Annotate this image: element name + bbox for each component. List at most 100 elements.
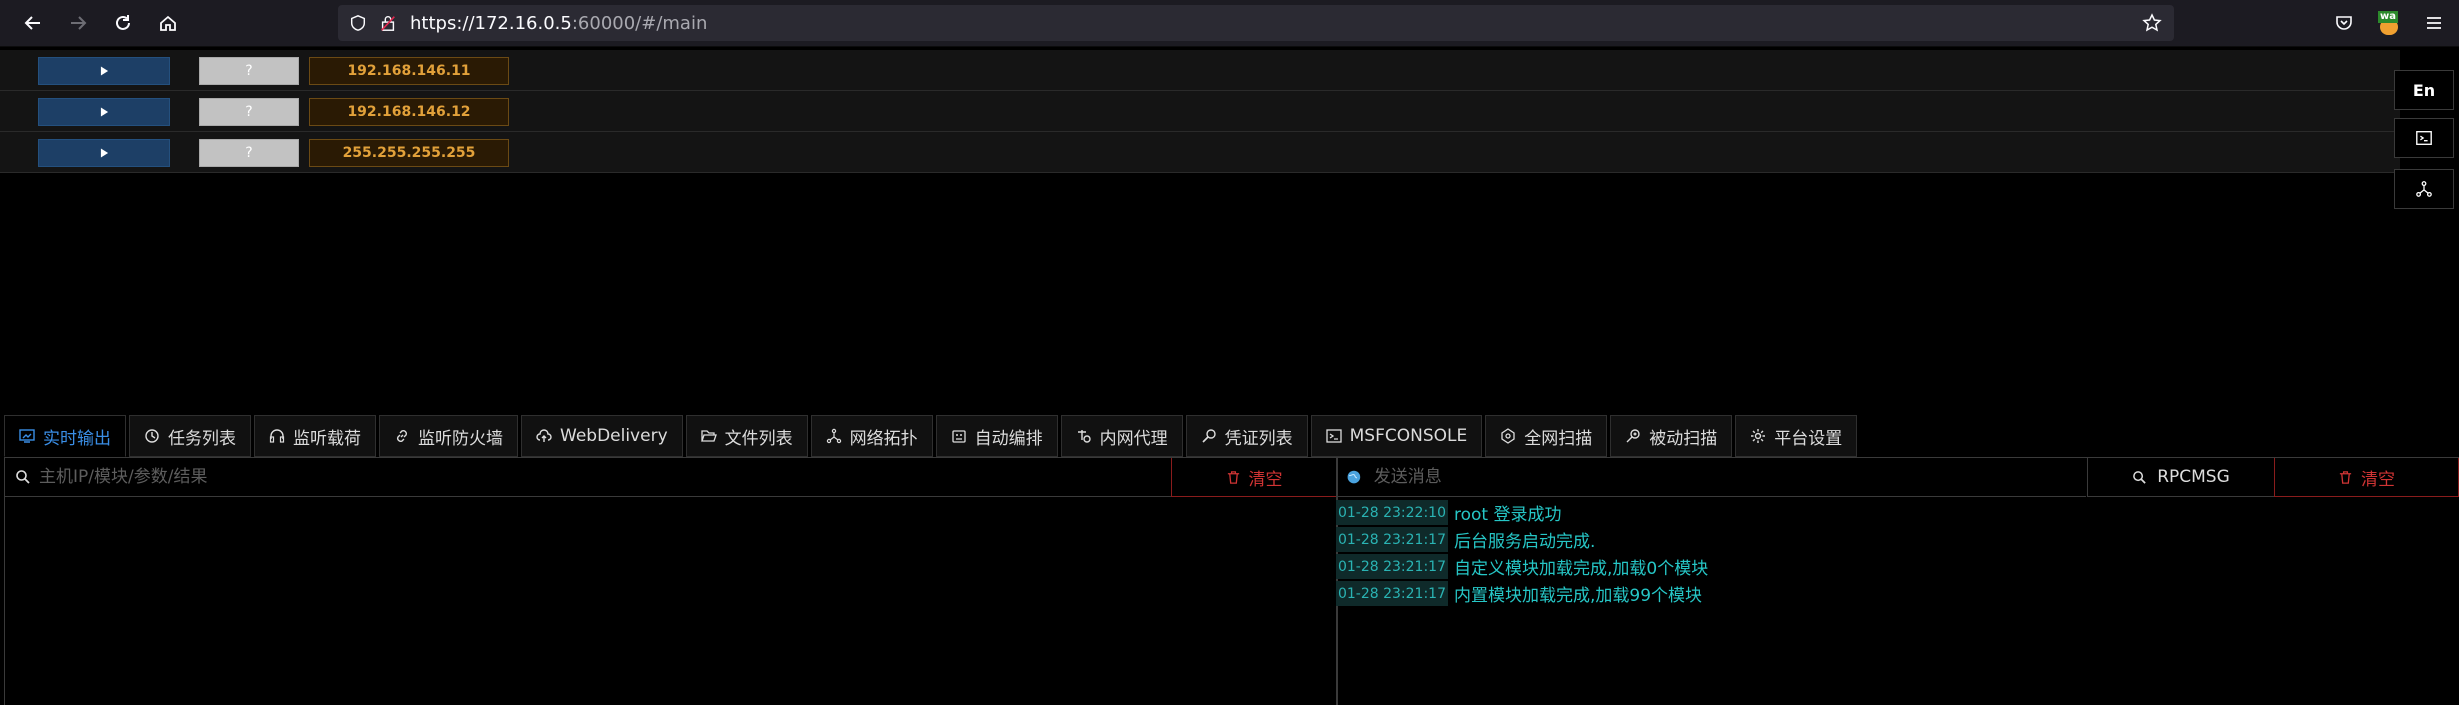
host-status-button[interactable]: ? — [199, 57, 299, 85]
tab-file-list[interactable]: 文件列表 — [685, 415, 808, 457]
console-button[interactable] — [2394, 118, 2454, 158]
host-ip[interactable]: 192.168.146.12 — [309, 98, 509, 126]
reload-button[interactable] — [106, 6, 140, 40]
tab-listener-payload[interactable]: 监听载荷 — [254, 415, 376, 457]
log-entry: 01-28 23:22:10 root 登录成功 — [1336, 499, 1708, 526]
session-play-button[interactable] — [38, 139, 170, 167]
log-message: root 登录成功 — [1454, 505, 1562, 525]
network-button[interactable] — [2394, 169, 2454, 209]
tab-label: 全网扫描 — [1524, 428, 1593, 449]
tab-label: WebDelivery — [560, 426, 668, 446]
tab-label: MSFCONSOLE — [1349, 426, 1468, 446]
tab-passive-scan[interactable]: 被动扫描 — [1610, 415, 1733, 457]
url-path: :60000/#/main — [571, 12, 708, 34]
clear-output-button[interactable]: 清空 — [1171, 458, 1337, 497]
terminal-icon — [1325, 429, 1342, 443]
insecure-lock-icon[interactable] — [378, 13, 398, 33]
home-button[interactable] — [151, 6, 185, 40]
play-icon — [100, 107, 108, 117]
back-button[interactable] — [16, 6, 50, 40]
log-timestamp: 01-28 23:21:17 — [1336, 554, 1448, 579]
host-status-button[interactable]: ? — [199, 139, 299, 167]
message-input[interactable] — [1371, 466, 2086, 488]
proxy-icon — [1077, 430, 1091, 443]
host-status-button[interactable]: ? — [199, 98, 299, 126]
tab-auto-orchestration[interactable]: 自动编排 — [935, 415, 1058, 457]
arrow-right-icon — [71, 16, 87, 30]
address-bar[interactable]: https://172.16.0.5:60000/#/main — [338, 5, 2174, 41]
gear-icon — [1751, 429, 1766, 443]
clear-output-label: 清空 — [1248, 469, 1283, 490]
headset-icon — [269, 429, 285, 443]
pocket-button[interactable] — [2327, 6, 2361, 40]
rpcmsg-label: RPCMSG — [2157, 467, 2230, 487]
message-input-bar — [1336, 458, 2086, 497]
session-play-button[interactable] — [38, 57, 170, 85]
tab-listener-firewall[interactable]: 监听防火墙 — [379, 415, 518, 457]
tab-platform-settings[interactable]: 平台设置 — [1735, 415, 1858, 457]
message-log-list: 01-28 23:22:10 root 登录成功 01-28 23:21:17 … — [1336, 499, 1708, 607]
tab-intranet-proxy[interactable]: 内网代理 — [1060, 415, 1183, 457]
session-play-button[interactable] — [38, 98, 170, 126]
output-search-input[interactable] — [37, 466, 941, 488]
host-row: ? 255.255.255.255 — [0, 132, 2400, 173]
bookmark-star-icon[interactable] — [2142, 13, 2162, 33]
monitor-icon — [19, 429, 35, 443]
clear-messages-label: 清空 — [2361, 469, 2395, 490]
tab-label: 凭证列表 — [1224, 428, 1293, 449]
key-search-icon — [1202, 429, 1216, 443]
robot-icon — [951, 430, 966, 443]
zoom-icon — [1626, 429, 1640, 443]
tab-label: 监听载荷 — [293, 428, 361, 449]
log-message: 后台服务启动完成. — [1454, 532, 1596, 552]
log-timestamp: 01-28 23:21:17 — [1336, 581, 1448, 606]
host-ip[interactable]: 192.168.146.11 — [309, 57, 509, 85]
log-message: 自定义模块加载完成,加载0个模块 — [1454, 559, 1709, 579]
realtime-output-panel: 清空 — [4, 457, 1338, 705]
tab-label: 文件列表 — [724, 428, 793, 449]
host-row: ? 192.168.146.11 — [0, 50, 2400, 91]
network-node-icon — [2416, 181, 2432, 197]
search-icon — [2133, 470, 2146, 484]
forward-button[interactable] — [61, 6, 95, 40]
tab-msfconsole[interactable]: MSFCONSOLE — [1310, 415, 1483, 457]
cloud-upload-icon — [536, 429, 552, 442]
tab-network-topology[interactable]: 网络拓扑 — [810, 415, 933, 457]
clock-icon — [145, 429, 159, 443]
tab-credential-list[interactable]: 凭证列表 — [1185, 415, 1308, 457]
log-entry: 01-28 23:21:17 后台服务启动完成. — [1336, 526, 1708, 553]
extension-button[interactable]: wa — [2372, 6, 2406, 40]
message-panel: RPCMSG 清空 01-28 23:22:10 root 登录成功 01-28… — [1336, 457, 2459, 705]
main-tab-bar: 实时输出 任务列表 监听载荷 监听防火墙 WebDelivery 文件列表 网络… — [4, 415, 1860, 457]
tab-label: 监听防火墙 — [418, 428, 503, 449]
url-host: https://172.16.0.5 — [410, 12, 572, 34]
tab-label: 任务列表 — [168, 428, 236, 449]
tab-task-list[interactable]: 任务列表 — [129, 415, 251, 457]
output-search-bar — [5, 458, 1171, 497]
shield-icon[interactable] — [348, 13, 368, 33]
host-ip[interactable]: 255.255.255.255 — [309, 139, 509, 167]
extension-badge: wa — [2378, 11, 2398, 23]
hamburger-menu-icon — [2427, 17, 2441, 29]
host-row: ? 192.168.146.12 — [0, 91, 2400, 132]
tab-realtime-output[interactable]: 实时输出 — [4, 415, 126, 457]
play-icon — [100, 148, 108, 158]
search-icon — [16, 470, 30, 484]
link-icon — [397, 430, 407, 442]
tab-full-network-scan[interactable]: 全网扫描 — [1485, 415, 1608, 457]
tab-label: 网络拓扑 — [849, 428, 918, 449]
log-entry: 01-28 23:21:17 内置模块加载完成,加载99个模块 — [1336, 580, 1708, 607]
tab-label: 被动扫描 — [1649, 428, 1718, 449]
trash-icon — [2339, 470, 2352, 484]
tab-label: 平台设置 — [1774, 428, 1843, 449]
radar-icon — [1501, 428, 1515, 444]
tab-label: 自动编排 — [974, 428, 1043, 449]
browser-toolbar: https://172.16.0.5:60000/#/main wa — [0, 0, 2459, 47]
log-timestamp: 01-28 23:22:10 — [1336, 500, 1448, 525]
clear-messages-button[interactable]: 清空 — [2274, 458, 2459, 497]
language-toggle-button[interactable]: En — [2394, 70, 2454, 110]
rpcmsg-button[interactable]: RPCMSG — [2087, 458, 2275, 497]
app-menu-button[interactable] — [2417, 6, 2451, 40]
tab-webdelivery[interactable]: WebDelivery — [521, 415, 683, 457]
tab-label: 内网代理 — [1099, 428, 1168, 449]
